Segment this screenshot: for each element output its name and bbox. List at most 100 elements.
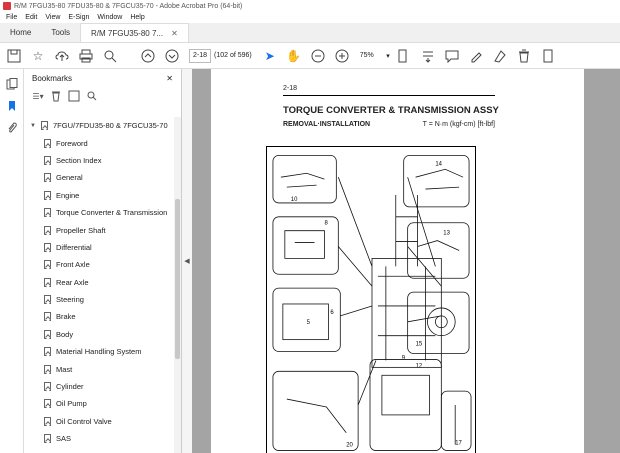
comment-icon[interactable] (442, 46, 462, 66)
bookmark-item[interactable]: Oil Pump (24, 395, 173, 412)
bookmark-label: Oil Control Valve (56, 416, 112, 426)
page-thumbnails-icon[interactable] (5, 77, 19, 91)
attachments-icon[interactable] (5, 121, 19, 135)
page-thumbnail-icon[interactable] (538, 46, 558, 66)
bookmark-root[interactable]: ▼ 7FGU/7FDU35-80 & 7FGCU35-70 (24, 117, 173, 134)
bookmark-icon (44, 434, 51, 444)
upload-cloud-icon[interactable] (52, 46, 72, 66)
bookmark-icon (44, 382, 51, 392)
callout-label: 9 (402, 355, 406, 361)
bookmark-label: Body (56, 329, 74, 339)
bookmark-icon (44, 242, 51, 252)
page-number-input[interactable]: 2-18 (189, 48, 211, 63)
bookmarks-title: Bookmarks (32, 73, 73, 83)
callout-label: 20 (346, 443, 353, 449)
tab-document[interactable]: R/M 7FGU35-80 7... ✕ (80, 23, 189, 42)
close-tab-icon[interactable]: ✕ (171, 29, 178, 38)
next-page-icon[interactable] (162, 46, 182, 66)
options-menu-icon[interactable]: ☰▾ (32, 90, 44, 102)
previous-page-icon[interactable] (138, 46, 158, 66)
callout-label: 8 (324, 221, 328, 227)
bookmark-item[interactable]: Foreword (24, 134, 173, 151)
delete-bookmark-icon[interactable] (50, 90, 62, 102)
bookmark-item[interactable]: General (24, 169, 173, 186)
bookmark-icon (44, 399, 51, 409)
highlight-pen-icon[interactable] (466, 46, 486, 66)
select-cursor-icon[interactable]: ➤ (260, 46, 280, 66)
bookmark-item[interactable]: Differential (24, 239, 173, 256)
print-icon[interactable] (76, 46, 96, 66)
bookmark-label: Section Index (56, 155, 102, 165)
find-bookmark-icon[interactable] (86, 90, 98, 102)
callout-label: 17 (455, 441, 462, 447)
menu-edit[interactable]: Edit (21, 14, 41, 21)
collapse-panel-icon[interactable]: ◀ (182, 69, 192, 453)
hand-tool-icon[interactable]: ✋ (284, 46, 304, 66)
zoom-out-icon[interactable] (308, 46, 328, 66)
menu-help[interactable]: Help (126, 14, 148, 21)
scroll-thumb[interactable] (175, 199, 180, 359)
bookmark-label: SAS (56, 434, 72, 444)
bookmark-item[interactable]: Oil Control Valve (24, 413, 173, 430)
new-bookmark-icon[interactable] (68, 90, 80, 102)
toolbar: ☆ 2-18 (102 of 596) ➤ ✋ 75% ▾ (0, 43, 620, 69)
menu-bar: File Edit View E-Sign Window Help (0, 12, 620, 23)
bookmark-item[interactable]: Engine (24, 187, 173, 204)
bookmark-icon (44, 173, 51, 183)
tab-tools[interactable]: Tools (41, 23, 80, 42)
bookmark-root-label: 7FGU/7FDU35-80 & 7FGCU35-70 (53, 121, 168, 131)
bookmark-icon (44, 312, 51, 322)
bookmark-item[interactable]: Torque Converter & Transmission (24, 204, 173, 221)
subtitle-row: REMOVAL·INSTALLATION T = N·m (kgf-cm) [f… (283, 121, 495, 128)
bookmark-label: Differential (56, 242, 92, 252)
window-title: R/M 7FGU35-80 7FDU35-80 & 7FGCU35-70 - A… (14, 2, 243, 10)
bookmark-item[interactable]: Cylinder (24, 378, 173, 395)
bookmark-item[interactable]: Steering (24, 291, 173, 308)
section-subtitle: REMOVAL·INSTALLATION (283, 121, 371, 128)
search-icon[interactable] (100, 46, 120, 66)
chevron-down-icon[interactable]: ▼ (30, 123, 38, 129)
title-bar: R/M 7FGU35-80 7FDU35-80 & 7FGCU35-70 - A… (0, 0, 620, 12)
bookmark-item[interactable]: SAS (24, 430, 173, 447)
menu-window[interactable]: Window (93, 14, 126, 21)
delete-icon[interactable] (514, 46, 534, 66)
page-count: (102 of 596) (214, 52, 252, 59)
tab-home[interactable]: Home (0, 23, 41, 42)
bookmark-item[interactable]: Brake (24, 308, 173, 325)
close-panel-icon[interactable]: ✕ (166, 74, 173, 83)
bookmarks-panel-icon[interactable] (5, 99, 19, 113)
zoom-value: 75% (359, 52, 374, 59)
callout-label: 12 (416, 363, 423, 369)
bookmark-item[interactable]: Material Handling System (24, 343, 173, 360)
menu-view[interactable]: View (41, 14, 64, 21)
bookmark-label: Engine (56, 190, 80, 200)
scroll-mode-icon[interactable] (418, 46, 438, 66)
assembly-diagram: 10 14 8 13 5 6 15 9 12 17 20 (266, 146, 476, 453)
save-icon[interactable] (4, 46, 24, 66)
bookmarks-scrollbar[interactable] (174, 117, 181, 453)
bookmark-star-icon[interactable]: ☆ (28, 46, 48, 66)
page-layout-icon[interactable] (394, 46, 414, 66)
bookmark-item[interactable]: Section Index (24, 152, 173, 169)
tab-home-label: Home (10, 28, 32, 37)
bookmark-item[interactable]: Front Axle (24, 256, 173, 273)
bookmark-item[interactable]: Mast (24, 360, 173, 377)
page-number: 2-18 (283, 85, 298, 92)
header-rule (283, 95, 495, 96)
bookmark-label: General (56, 173, 83, 183)
bookmark-item[interactable]: Propeller Shaft (24, 221, 173, 238)
menu-esign[interactable]: E-Sign (64, 14, 93, 21)
callout-label: 6 (330, 310, 334, 316)
fill-sign-icon[interactable] (490, 46, 510, 66)
bookmark-item[interactable]: Body (24, 326, 173, 343)
document-view[interactable]: 2-18 TORQUE CONVERTER & TRANSMISSION ASS… (192, 69, 620, 453)
bookmark-icon (44, 347, 51, 357)
menu-file[interactable]: File (2, 14, 21, 21)
zoom-select[interactable]: 75% ▾ (360, 52, 390, 60)
bookmarks-toolbar: ☰▾ (24, 87, 181, 105)
bookmark-list: ▼ 7FGU/7FDU35-80 & 7FGCU35-70 Foreword Se… (24, 117, 173, 453)
bookmark-icon (44, 138, 51, 148)
zoom-in-icon[interactable] (332, 46, 352, 66)
bookmark-item[interactable]: Rear Axle (24, 274, 173, 291)
chevron-down-icon: ▾ (386, 52, 390, 60)
